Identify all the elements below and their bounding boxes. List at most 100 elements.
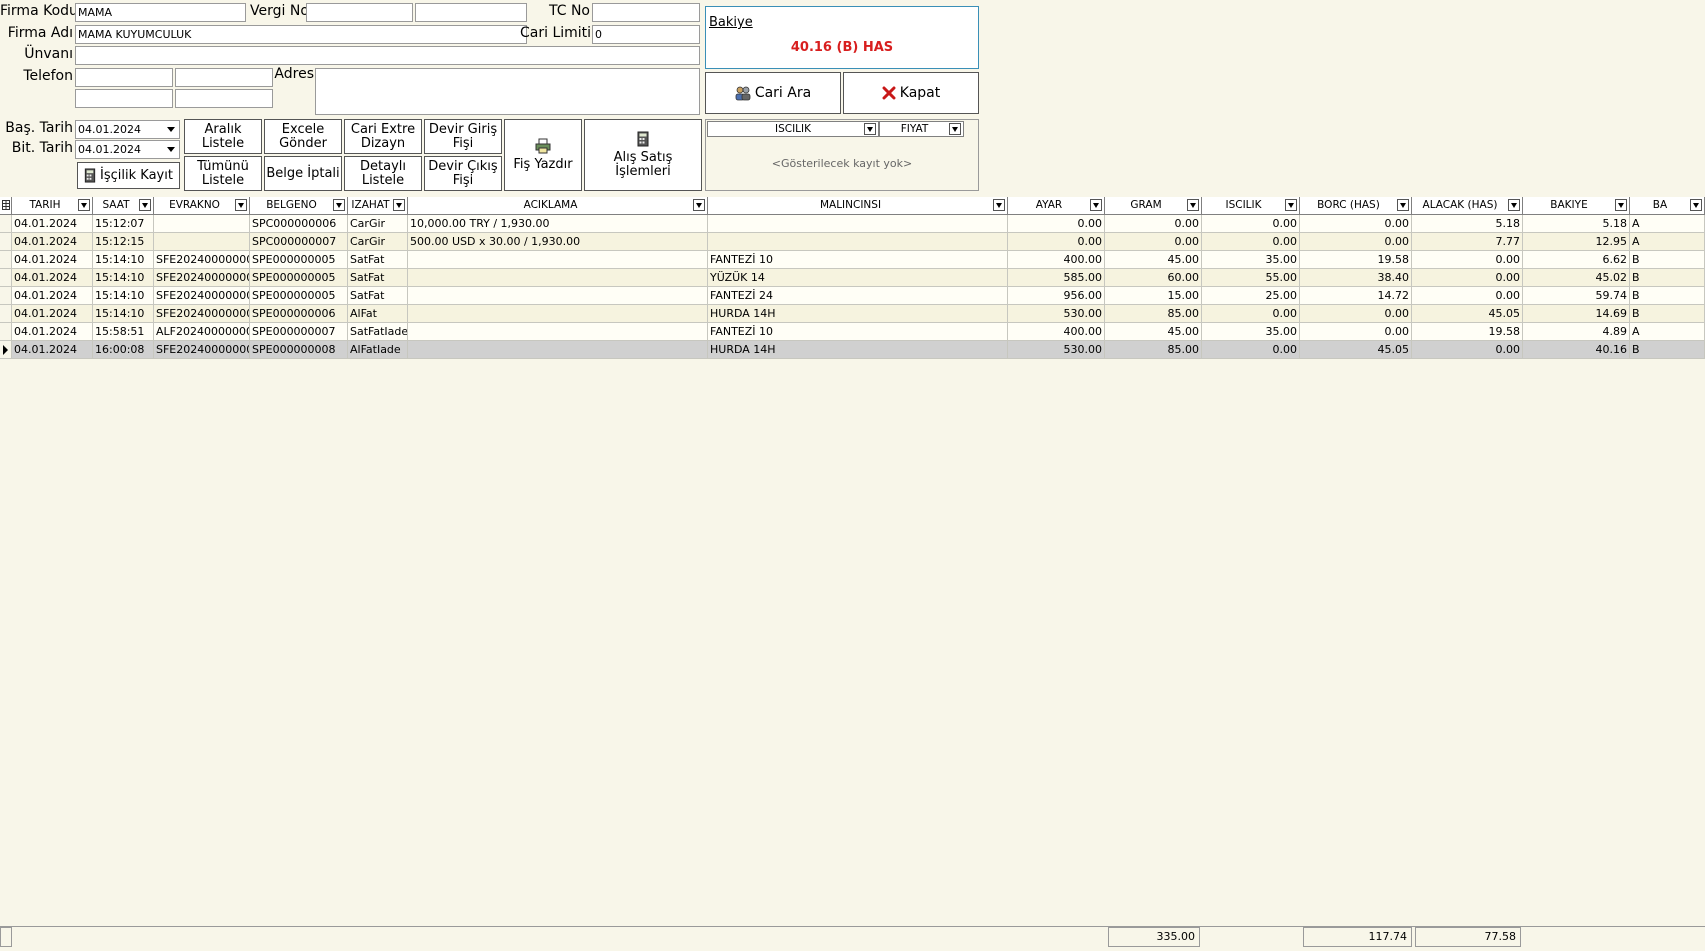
cell-belgeno[interactable]: SPC000000006 [250, 215, 348, 233]
cell-bakiye[interactable]: 45.02 [1523, 269, 1630, 287]
cell-saat[interactable]: 15:12:07 [93, 215, 154, 233]
vergi-dairesi-input[interactable] [415, 3, 527, 22]
cari-extre-dizayn-button[interactable]: Cari Extre Dizayn [344, 119, 422, 154]
cell-evrakno[interactable]: SFE202400000000 [154, 269, 250, 287]
cell-gram[interactable]: 45.00 [1105, 251, 1202, 269]
cell-tarih[interactable]: 04.01.2024 [12, 305, 93, 323]
cell-evrakno[interactable] [154, 233, 250, 251]
cell-aciklama[interactable] [408, 305, 708, 323]
telefon-1-input[interactable] [75, 68, 173, 87]
col-header-alacak[interactable]: ALACAK (HAS) [1412, 197, 1523, 215]
cell-malincinsi[interactable]: HURDA 14H [708, 305, 1008, 323]
cell-alacak[interactable]: 0.00 [1412, 251, 1523, 269]
table-row[interactable]: 04.01.2024 15:14:10 SFE202400000000 SPE0000… [0, 287, 1705, 305]
row-indicator[interactable] [0, 215, 12, 233]
mini-grid-header-iscilik[interactable]: ISCILIK [707, 121, 879, 137]
row-indicator[interactable] [0, 305, 12, 323]
col-header-ayar[interactable]: AYAR [1008, 197, 1105, 215]
table-row[interactable]: 04.01.2024 15:12:07 SPC000000006 CarGir 10,0… [0, 215, 1705, 233]
cell-belgeno[interactable]: SPE000000005 [250, 287, 348, 305]
cell-ba[interactable]: B [1630, 341, 1705, 359]
cell-saat[interactable]: 15:12:15 [93, 233, 154, 251]
cell-tarih[interactable]: 04.01.2024 [12, 233, 93, 251]
cell-izahat[interactable]: AlFat [348, 305, 408, 323]
grid-corner[interactable] [0, 197, 12, 215]
cell-ayar[interactable]: 530.00 [1008, 341, 1105, 359]
cell-izahat[interactable]: SatFat [348, 251, 408, 269]
cell-ayar[interactable]: 400.00 [1008, 251, 1105, 269]
col-header-evrakno[interactable]: EVRAKNO [154, 197, 250, 215]
cell-tarih[interactable]: 04.01.2024 [12, 287, 93, 305]
cell-iscilik[interactable]: 0.00 [1202, 341, 1300, 359]
cell-bakiye[interactable]: 40.16 [1523, 341, 1630, 359]
cell-tarih[interactable]: 04.01.2024 [12, 269, 93, 287]
cell-bakiye[interactable]: 14.69 [1523, 305, 1630, 323]
row-indicator[interactable] [0, 251, 12, 269]
firma-adi-input[interactable]: MAMA KUYUMCULUK [75, 25, 527, 44]
cell-gram[interactable]: 15.00 [1105, 287, 1202, 305]
col-header-bakiye[interactable]: BAKIYE [1523, 197, 1630, 215]
col-header-saat[interactable]: SAAT [93, 197, 154, 215]
table-row[interactable]: 04.01.2024 15:58:51 ALF202400000000 SPE0000… [0, 323, 1705, 341]
cell-tarih[interactable]: 04.01.2024 [12, 215, 93, 233]
cell-alacak[interactable]: 19.58 [1412, 323, 1523, 341]
cell-aciklama[interactable] [408, 341, 708, 359]
cell-aciklama[interactable] [408, 323, 708, 341]
cell-malincinsi[interactable]: FANTEZİ 24 [708, 287, 1008, 305]
filter-dropdown-icon[interactable] [235, 199, 247, 211]
cell-tarih[interactable]: 04.01.2024 [12, 251, 93, 269]
cell-ayar[interactable]: 956.00 [1008, 287, 1105, 305]
col-header-borc[interactable]: BORC (HAS) [1300, 197, 1412, 215]
cell-iscilik[interactable]: 35.00 [1202, 323, 1300, 341]
cell-borc[interactable]: 0.00 [1300, 305, 1412, 323]
cell-ba[interactable]: B [1630, 251, 1705, 269]
row-indicator[interactable] [0, 233, 12, 251]
cell-saat[interactable]: 16:00:08 [93, 341, 154, 359]
cell-ba[interactable]: B [1630, 287, 1705, 305]
cell-izahat[interactable]: AlFatIade [348, 341, 408, 359]
table-row[interactable]: 04.01.2024 16:00:08 SFE202400000000 SPE0000… [0, 341, 1705, 359]
cell-saat[interactable]: 15:14:10 [93, 305, 154, 323]
adres-input[interactable] [315, 68, 700, 115]
cell-ba[interactable]: A [1630, 323, 1705, 341]
cell-malincinsi[interactable]: HURDA 14H [708, 341, 1008, 359]
devir-giris-fisi-button[interactable]: Devir Giriş Fişi [424, 119, 502, 154]
cell-izahat[interactable]: SatFatIade [348, 323, 408, 341]
cell-ba[interactable]: A [1630, 233, 1705, 251]
bit-tarih-input[interactable]: 04.01.2024 [75, 140, 180, 159]
cell-bakiye[interactable]: 12.95 [1523, 233, 1630, 251]
telefon-2-input[interactable] [175, 68, 273, 87]
filter-dropdown-icon[interactable] [78, 199, 90, 211]
cell-saat[interactable]: 15:14:10 [93, 287, 154, 305]
cell-iscilik[interactable]: 25.00 [1202, 287, 1300, 305]
col-header-tarih[interactable]: TARIH [12, 197, 93, 215]
alis-satis-islemleri-button[interactable]: Alış Satış İşlemleri [584, 119, 702, 191]
filter-dropdown-icon[interactable] [864, 123, 876, 135]
row-indicator[interactable] [0, 269, 12, 287]
iscilik-kayit-button[interactable]: İşçilik Kayıt [77, 162, 180, 189]
cell-belgeno[interactable]: SPE000000007 [250, 323, 348, 341]
cell-ba[interactable]: B [1630, 305, 1705, 323]
table-row[interactable]: 04.01.2024 15:12:15 SPC000000007 CarGir 500.… [0, 233, 1705, 251]
cell-borc[interactable]: 14.72 [1300, 287, 1412, 305]
cell-evrakno[interactable]: SFE202400000000 [154, 341, 250, 359]
filter-dropdown-icon[interactable] [693, 199, 705, 211]
col-header-malincinsi[interactable]: MALINCINSI [708, 197, 1008, 215]
filter-dropdown-icon[interactable] [333, 199, 345, 211]
row-indicator[interactable] [0, 287, 12, 305]
cell-gram[interactable]: 85.00 [1105, 341, 1202, 359]
unvani-input[interactable] [75, 46, 700, 65]
cell-borc[interactable]: 38.40 [1300, 269, 1412, 287]
col-header-iscilik[interactable]: ISCILIK [1202, 197, 1300, 215]
cell-izahat[interactable]: CarGir [348, 233, 408, 251]
cell-ayar[interactable]: 585.00 [1008, 269, 1105, 287]
detayli-listele-button[interactable]: Detaylı Listele [344, 156, 422, 191]
filter-dropdown-icon[interactable] [993, 199, 1005, 211]
cell-gram[interactable]: 60.00 [1105, 269, 1202, 287]
cell-belgeno[interactable]: SPE000000005 [250, 269, 348, 287]
cell-malincinsi[interactable]: YÜZÜK 14 [708, 269, 1008, 287]
cell-iscilik[interactable]: 0.00 [1202, 233, 1300, 251]
filter-dropdown-icon[interactable] [139, 199, 151, 211]
cell-evrakno[interactable]: SFE202400000000 [154, 251, 250, 269]
kapat-button[interactable]: Kapat [843, 72, 979, 114]
